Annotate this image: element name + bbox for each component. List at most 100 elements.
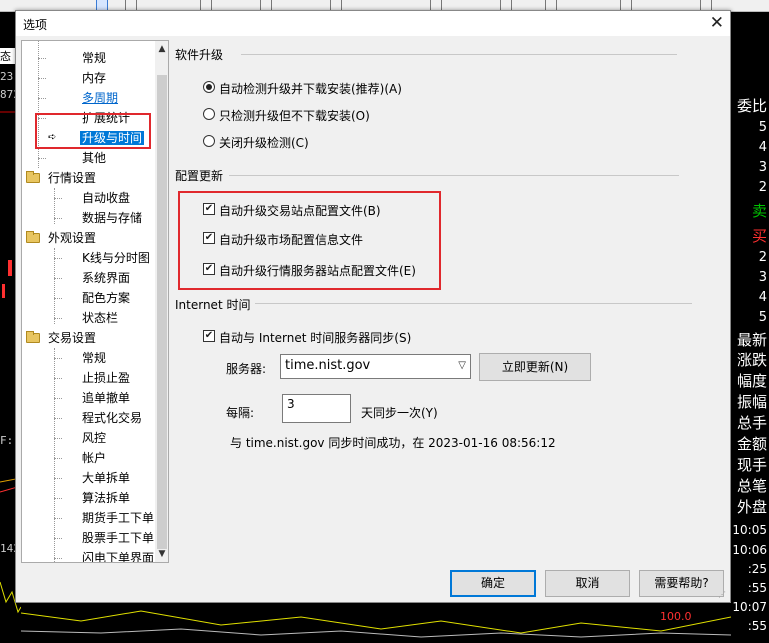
tree-item-label: 自动收盘 xyxy=(82,191,131,205)
radio-check-only-label[interactable]: 只检测升级但不下载安装(O) xyxy=(219,107,370,124)
tree-item-system-ui[interactable]: 系统界面 xyxy=(54,269,130,287)
tree-item-stop-loss[interactable]: 止损止盈 xyxy=(54,369,131,387)
chevron-down-icon[interactable]: ▽ xyxy=(458,355,466,377)
tree-item-label: 其他 xyxy=(82,151,107,165)
server-label: 服务器: xyxy=(226,362,267,376)
buy-label: 买 xyxy=(751,227,767,245)
quote-field: 涨跌 xyxy=(736,351,767,369)
tree-item-chase-cancel[interactable]: 追单撤单 xyxy=(54,389,131,407)
tree-connector xyxy=(38,58,46,59)
checkbox-trade-site-config[interactable]: ✔ xyxy=(203,203,215,215)
radio-disable-check[interactable] xyxy=(203,135,215,147)
tree-item-label: 多周期 xyxy=(82,91,119,105)
server-select[interactable]: time.nist.gov ▽ xyxy=(280,354,471,379)
checkbox-quote-server-config-label[interactable]: 自动升级行情服务器站点配置文件(E) xyxy=(219,262,416,279)
tree-item-stock-manual[interactable]: 股票手工下单 xyxy=(54,529,155,547)
close-icon[interactable]: ✕ xyxy=(710,13,724,33)
checkbox-time-sync[interactable]: ✔ xyxy=(203,330,215,342)
right-quote-strip: 委比 5 4 3 2 卖 买 2 3 4 5 最新 涨跌 幅度 振幅 总手 金额… xyxy=(731,12,769,643)
folder-icon xyxy=(26,171,40,183)
server-select-value: time.nist.gov xyxy=(285,358,371,373)
level-value: 4 xyxy=(758,140,767,155)
quote-field: 幅度 xyxy=(736,372,767,390)
tree-item-big-order-split[interactable]: 大单拆单 xyxy=(54,469,131,487)
cancel-button[interactable]: 取消 xyxy=(545,570,630,597)
tree-guide xyxy=(54,248,55,324)
checkbox-quote-server-config[interactable]: ✔ xyxy=(203,263,215,275)
interval-suffix: 天同步一次(Y) xyxy=(361,406,438,420)
update-now-button[interactable]: 立即更新(N) xyxy=(479,353,591,381)
scroll-down-icon[interactable]: ▼ xyxy=(155,546,168,562)
radio-check-only[interactable] xyxy=(203,108,215,120)
tree-item-label: 外观设置 xyxy=(48,231,97,245)
tree-item-other[interactable]: 其他 xyxy=(38,149,107,167)
checkbox-market-config-label[interactable]: 自动升级市场配置信息文件 xyxy=(219,231,363,248)
tree-item-label: 期货手工下单 xyxy=(82,511,155,525)
tree-folder-market[interactable]: 行情设置 xyxy=(26,169,96,187)
tree-item-general[interactable]: 常规 xyxy=(38,49,106,67)
tick-time: 10:07 xyxy=(732,600,767,614)
tree-connector xyxy=(54,478,62,479)
tree-item-risk-control[interactable]: 风控 xyxy=(54,429,106,447)
tree-connector xyxy=(54,498,62,499)
tree-item-trading-general[interactable]: 常规 xyxy=(54,349,106,367)
tree-folder-trading[interactable]: 交易设置 xyxy=(26,329,96,347)
tree-connector xyxy=(54,218,62,219)
folder-icon xyxy=(26,331,40,343)
section-divider xyxy=(241,54,677,55)
interval-input[interactable]: 3 xyxy=(282,394,351,423)
tick-time: 10:06 xyxy=(732,543,767,557)
radio-auto-download-label[interactable]: 自动检测升级并下载安装(推荐)(A) xyxy=(219,80,402,97)
checkbox-trade-site-config-label[interactable]: 自动升级交易站点配置文件(B) xyxy=(219,202,381,219)
radio-auto-download[interactable] xyxy=(203,81,215,93)
tree-item-data-storage[interactable]: 数据与存储 xyxy=(54,209,142,227)
level-value: 5 xyxy=(758,120,767,135)
tree-item-color-scheme[interactable]: 配色方案 xyxy=(54,289,131,307)
ok-button[interactable]: 确定 xyxy=(450,570,536,597)
quote-field: 现手 xyxy=(736,456,767,474)
scroll-thumb[interactable] xyxy=(157,75,167,549)
quote-field: 金额 xyxy=(736,435,767,453)
resize-grip-icon[interactable]: ⋰ xyxy=(718,590,728,600)
quote-field: 总笔 xyxy=(736,477,767,495)
tree-item-auto-close[interactable]: 自动收盘 xyxy=(54,189,131,207)
tree-item-label: 帐户 xyxy=(82,451,107,465)
tree-folder-appearance[interactable]: 外观设置 xyxy=(26,229,96,247)
level-value: 3 xyxy=(758,160,767,175)
tree-item-label: 止损止盈 xyxy=(82,371,131,385)
section-heading-config: 配置更新 xyxy=(175,169,224,183)
quote-field: 总手 xyxy=(736,414,767,432)
sell-label: 卖 xyxy=(751,202,767,220)
quote-title: 委比 xyxy=(736,97,767,115)
tree-item-label: 追单撤单 xyxy=(82,391,131,405)
checkbox-market-config[interactable]: ✔ xyxy=(203,232,215,244)
radio-disable-check-label[interactable]: 关闭升级检测(C) xyxy=(219,134,309,151)
tick-time: :25 xyxy=(747,562,767,576)
tree-item-label: 股票手工下单 xyxy=(82,531,155,545)
tree-item-status-bar[interactable]: 状态栏 xyxy=(54,309,118,327)
section-heading-internet-time: Internet 时间 xyxy=(175,298,251,312)
tree-connector xyxy=(38,78,46,79)
checkbox-time-sync-label[interactable]: 自动与 Internet 时间服务器同步(S) xyxy=(219,329,411,346)
tree-item-multi-period[interactable]: 多周期 xyxy=(38,89,119,107)
tree-item-algo-split[interactable]: 算法拆单 xyxy=(54,489,130,507)
scroll-up-icon[interactable]: ▲ xyxy=(155,41,168,57)
folder-icon xyxy=(26,231,40,243)
quote-field: 最新 xyxy=(736,331,767,349)
tree-item-futures-manual[interactable]: 期货手工下单 xyxy=(54,509,155,527)
tree-item-memory[interactable]: 内存 xyxy=(38,69,106,87)
tree-connector xyxy=(54,538,62,539)
tree-item-label: 大单拆单 xyxy=(82,471,131,485)
tree-item-kline[interactable]: K线与分时图 xyxy=(54,249,150,267)
tree-connector xyxy=(54,298,62,299)
tree-scrollbar[interactable]: ▲ ▼ xyxy=(155,41,168,562)
help-button[interactable]: 需要帮助? xyxy=(639,570,724,597)
tree-connector xyxy=(54,518,62,519)
tree-item-label: 配色方案 xyxy=(82,291,131,305)
tree-item-flash-order[interactable]: 闪电下单界面 xyxy=(54,549,155,563)
tree-connector xyxy=(54,398,62,399)
tree-connector xyxy=(54,378,62,379)
tree-item-label: 闪电下单界面 xyxy=(82,551,155,563)
tree-item-program-trading[interactable]: 程式化交易 xyxy=(54,409,142,427)
tree-item-account[interactable]: 帐户 xyxy=(54,449,107,467)
